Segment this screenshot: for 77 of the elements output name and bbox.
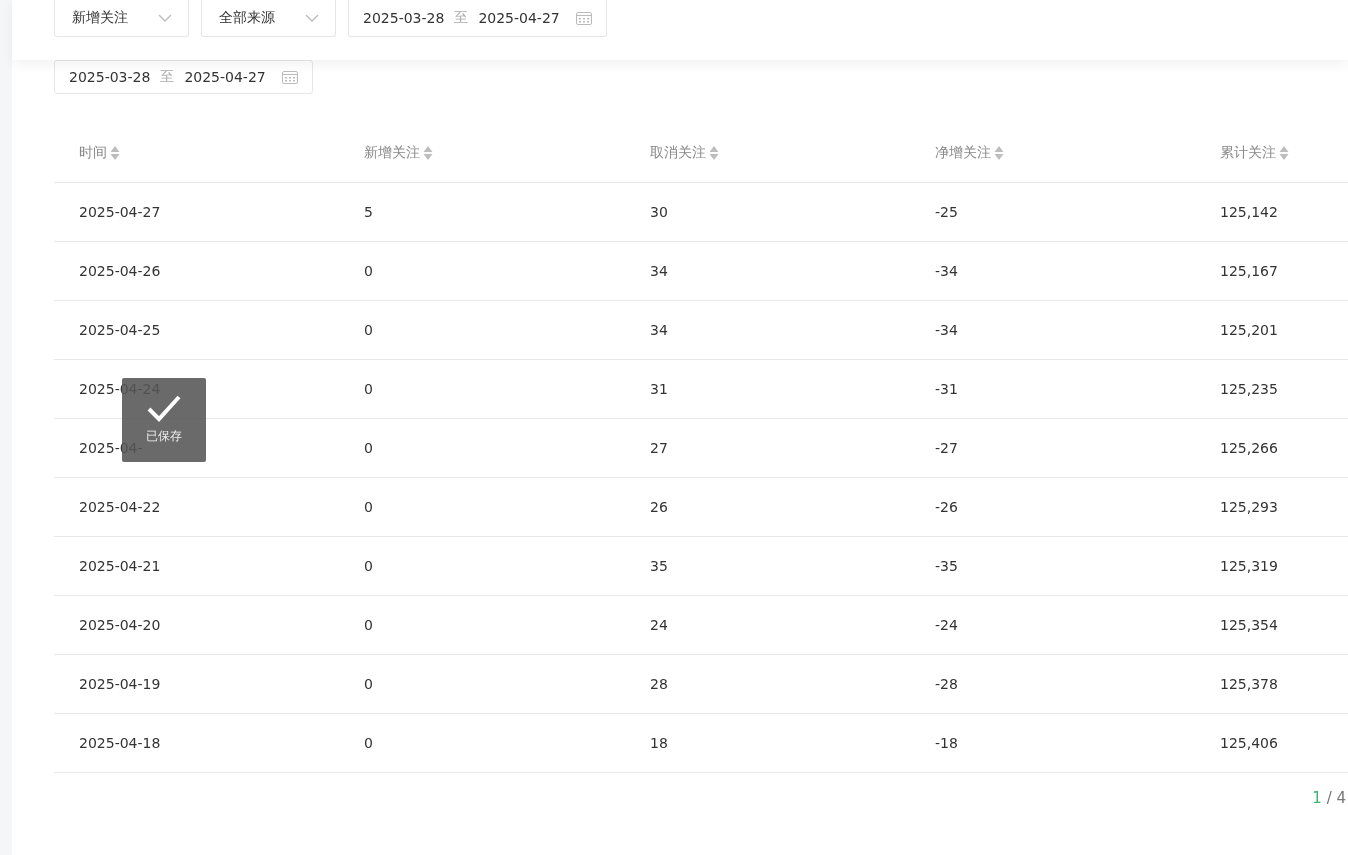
table-cell-text: -26 [934,499,958,515]
dropdown-select[interactable]: 全部来源 [201,0,336,37]
calendar-icon [281,70,298,84]
table-cell-text: 30 [649,204,668,220]
table-cell-text: -31 [934,381,958,397]
sort-icon[interactable] [1279,145,1289,161]
page-indicator: 1 / 4 [1312,789,1346,807]
table-cell-text: 2025-04-18 [78,735,161,751]
sort-icon[interactable] [423,145,433,161]
table-cell-text: 2025-04-22 [78,499,161,515]
column-header: 累计关注 [1220,144,1276,162]
table-cell-text: 125,354 [1219,617,1278,633]
table-cell-text: 0 [363,676,373,692]
table-cell-text: 125,201 [1219,322,1278,338]
column-header: 新增关注 [364,144,420,162]
date-range-field[interactable]: 2025-03-28 至 2025-04-27 [348,0,607,37]
dropdown-value: 全部来源 [219,9,275,27]
table-cell-text: 26 [649,499,668,515]
table-cell-text: -34 [934,322,958,338]
table-cell-text: 2025-04-19 [78,676,161,692]
dropdown-value: 新增关注 [72,9,128,27]
table-cell-text: 2025-04-20 [78,617,161,633]
chevron-down-icon [305,14,319,22]
table-cell-text: -34 [934,263,958,279]
table-cell-text: 125,235 [1219,381,1278,397]
table-cell-text: 125,142 [1219,204,1278,220]
start-date: 2025-03-28 [69,69,151,85]
table-cell-text: 0 [363,263,373,279]
table-cell-text: 125,293 [1219,499,1278,515]
end-date: 2025-04-27 [478,10,560,26]
table-cell-text: 0 [363,381,373,397]
table-cell-text: -28 [934,676,958,692]
column-header: 净增关注 [935,144,991,162]
table-cell-text: 0 [363,735,373,751]
sort-icon[interactable] [994,145,1004,161]
table-cell-text: 28 [649,676,668,692]
range-separator: 至 [454,9,469,27]
start-date: 2025-03-28 [363,10,445,26]
table-cell-text: 125,167 [1219,263,1278,279]
table-cell-text: -35 [934,558,958,574]
table-cell-text: 2025-04-21 [78,558,161,574]
dropdown-select[interactable]: 新增关注 [54,0,189,37]
table-cell-text: 0 [363,617,373,633]
table-cell-text: 0 [363,558,373,574]
sort-icon[interactable] [110,145,120,161]
table-cell-text: 0 [363,499,373,515]
table-cell-text: 2025-04-27 [78,204,161,220]
table-cell-text: 34 [649,263,668,279]
table-cell-text: 125,378 [1219,676,1278,692]
sort-icon[interactable] [709,145,719,161]
table-cell-text: 2025-04-25 [78,322,161,338]
end-date: 2025-04-27 [184,69,266,85]
table-cell-text: -24 [934,617,958,633]
table-cell-text: 2025-04-26 [78,263,161,279]
chevron-down-icon [158,14,172,22]
table-cell-text: 27 [649,440,668,456]
table-cell-text: 0 [363,322,373,338]
range-separator: 至 [160,68,175,86]
column-header: 时间 [79,144,107,162]
column-header: 取消关注 [650,144,706,162]
table-cell-text: -18 [934,735,958,751]
table-cell-text: 5 [363,204,373,220]
table-cell-text: 18 [649,735,668,751]
table-cell-text: 34 [649,322,668,338]
table-cell-text: 35 [649,558,668,574]
checkmark-icon [146,394,182,422]
table-cell-text: 0 [363,440,373,456]
calendar-icon [575,11,592,25]
toast-message: 已保存 [146,428,182,445]
table-cell-text: 125,406 [1219,735,1278,751]
date-range-field[interactable]: 2025-03-28 至 2025-04-27 [54,60,313,94]
table-cell-text: 125,266 [1219,440,1278,456]
table-cell-text: -25 [934,204,958,220]
table-cell-text: -27 [934,440,958,456]
table-cell-text: 125,319 [1219,558,1278,574]
table-cell-text: 31 [649,381,668,397]
table-cell-text: 24 [649,617,668,633]
